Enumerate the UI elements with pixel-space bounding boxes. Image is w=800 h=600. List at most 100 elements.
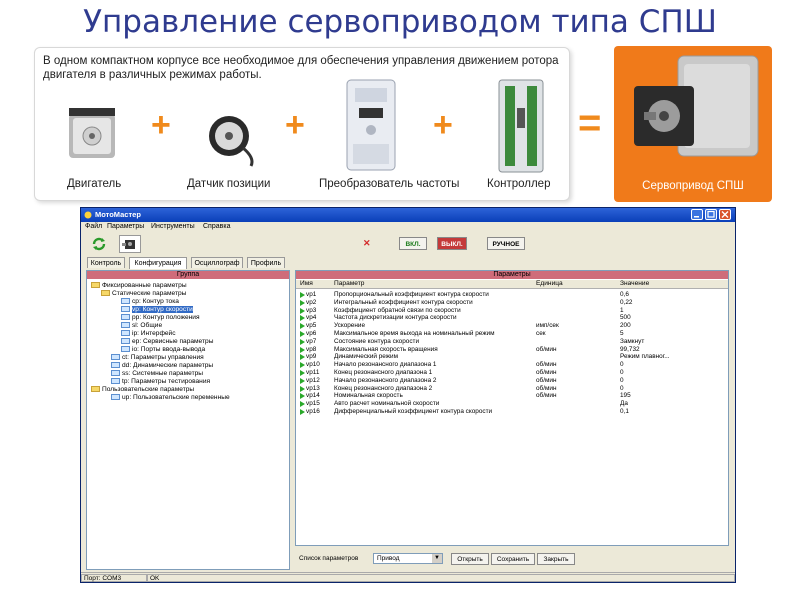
parameter-list-value: Привод (377, 555, 400, 562)
table-row[interactable]: vp8 Максимальная скорость вращения об/мин 9… (296, 346, 728, 354)
refresh-button[interactable] (91, 236, 107, 252)
col-name[interactable]: Имя (296, 280, 334, 289)
tree-node-ip[interactable]: ip: Интерфейс (121, 330, 176, 338)
tab-control[interactable]: Контроль (87, 257, 125, 268)
col-unit[interactable]: Единица (536, 280, 620, 289)
leaf-icon (121, 338, 130, 345)
tree-node-cp[interactable]: cp: Контур тока (121, 298, 179, 306)
tree-node-static[interactable]: Статические параметры (101, 290, 186, 298)
minimize-icon (694, 216, 699, 218)
menu-help[interactable]: Справка (203, 223, 230, 230)
window-title: МотоМастер (95, 210, 141, 219)
minimize-button[interactable] (691, 209, 703, 220)
controller-label: Контроллер (487, 178, 551, 190)
table-row[interactable]: vp16 Дифференциальный коэффициент контура… (296, 408, 728, 416)
green-arrow-icon (300, 331, 305, 337)
col-value[interactable]: Значение (620, 280, 728, 289)
menu-parameters[interactable]: Параметры (107, 223, 144, 230)
table-cell: 5 (620, 330, 624, 337)
table-row[interactable]: vp9 Динамический режим Режим плавног... (296, 353, 728, 361)
close-dialog-button[interactable]: Закрыть (537, 553, 575, 565)
table-row[interactable]: vp15 Авто расчет номинальной скорости Да (296, 400, 728, 408)
servo-drive-image (634, 55, 759, 157)
parameter-list-label: Список параметров (299, 555, 359, 562)
table-row[interactable]: vp12 Начало резонансного диапазона 2 об/ми… (296, 377, 728, 385)
tab-oscilloscope[interactable]: Осциллограф (191, 257, 243, 268)
table-cell: vp9 (306, 353, 317, 361)
tree-node-vp[interactable]: vp: Контур скорости (121, 306, 193, 314)
menu-tools[interactable]: Инструменты (151, 223, 195, 230)
table-row[interactable]: vp10 Начало резонансного диапазона 1 об/ми… (296, 361, 728, 369)
equals-sign: = (578, 101, 602, 145)
green-arrow-icon (300, 292, 305, 298)
green-arrow-icon (300, 315, 305, 322)
manual-button[interactable]: РУЧНОЕ (487, 237, 525, 250)
green-arrow-icon (300, 323, 305, 330)
app-window: МотоМастер Файл Параметры Инструменты Сп… (80, 207, 736, 583)
menu-file[interactable]: Файл (85, 223, 102, 230)
open-button[interactable]: Открыть (451, 553, 489, 565)
tree-node-sl[interactable]: sl: Общие (121, 322, 162, 330)
table-cell: vp12 (306, 376, 320, 384)
green-arrow-icon (300, 401, 305, 408)
table-row[interactable]: vp11 Конец резонансного диапазона 1 об/мин… (296, 369, 728, 377)
toolbar: ✕ ВКЛ. ВЫКЛ. РУЧНОЕ (81, 233, 735, 255)
save-button[interactable]: Сохранить (491, 553, 535, 565)
tree-node-up[interactable]: up: Пользовательские переменные (111, 394, 230, 402)
plus-sign-2: + (285, 106, 305, 144)
table-row[interactable]: vp7 Состояние контура скорости Замкнут (296, 338, 728, 346)
table-row[interactable]: vp2 Интегральный коэффициент контура скор… (296, 299, 728, 307)
tree-node-tp[interactable]: tp: Параметры тестирования (111, 378, 210, 386)
table-cell: Замкнут (620, 337, 645, 345)
parameter-list-select[interactable]: Привод ▼ (373, 553, 443, 564)
table-row[interactable]: vp1 Пропорциональный коэффициент контура … (296, 291, 728, 299)
table-cell: Конец резонансного диапазона 2 (334, 384, 433, 392)
maximize-button[interactable] (705, 209, 717, 220)
table-cell: Коэффициент обратной связи по скорости (334, 306, 461, 314)
table-row[interactable]: vp13 Конец резонансного диапазона 2 об/мин… (296, 385, 728, 393)
table-cell: Начало резонансного диапазона 1 (334, 361, 437, 369)
tree-node-io[interactable]: io: Порты ввода-вывода (121, 346, 205, 354)
table-cell: об/мин (536, 376, 557, 384)
green-arrow-icon (300, 346, 305, 353)
table-cell: Авто расчет номинальной скорости (334, 400, 440, 408)
on-button[interactable]: ВКЛ. (399, 237, 427, 250)
green-arrow-icon (300, 393, 305, 400)
table-row[interactable]: vp5 Ускорение имп/сек 200 (296, 322, 728, 330)
tree-node-user[interactable]: Пользовательские параметры (91, 386, 194, 394)
close-button[interactable] (719, 209, 731, 220)
table-cell: vp10 (306, 361, 320, 369)
slide-title: Управление сервоприводом типа СПШ (83, 4, 717, 40)
chevron-down-icon[interactable]: ▼ (432, 554, 442, 563)
table-cell: 0 (620, 384, 624, 392)
table-cell: Максимальная скорость вращения (334, 345, 438, 353)
leaf-icon (111, 362, 120, 369)
table-cell: Номинальная скорость (334, 392, 403, 400)
tab-profile[interactable]: Профиль (247, 257, 285, 268)
tree-node-ss[interactable]: ss: Системные параметры (111, 370, 203, 378)
cancel-mark[interactable]: ✕ (363, 238, 371, 249)
window-titlebar[interactable]: МотоМастер (81, 208, 735, 222)
table-row[interactable]: vp3 Коэффициент обратной связи по скорост… (296, 307, 728, 315)
tree-node-ep[interactable]: ep: Сервисные параметры (121, 338, 213, 346)
table-cell: vp3 (306, 306, 317, 314)
servo-drive-label: Сервопривод СПШ (642, 180, 744, 192)
table-cell: vp16 (306, 408, 320, 415)
motor-tool-button[interactable] (119, 235, 141, 253)
table-cell: vp13 (306, 384, 320, 392)
frequency-converter-label: Преобразователь частоты (319, 178, 460, 190)
table-row[interactable]: vp14 Номинальная скорость об/мин 195 (296, 392, 728, 400)
group-tree-panel: Группа Фиксированные параметры Статическ… (86, 270, 290, 570)
tree-node-pp[interactable]: pp: Контур положения (121, 314, 200, 322)
tree-node-fixed[interactable]: Фиксированные параметры (91, 282, 187, 290)
col-parameter[interactable]: Параметр (334, 280, 536, 289)
tree-node-ct[interactable]: ct: Параметры управления (111, 354, 204, 362)
off-button[interactable]: ВЫКЛ. (437, 237, 467, 250)
table-cell: Пропорциональный коэффициент контура ско… (334, 291, 489, 298)
tab-configuration[interactable]: Конфигурация (129, 257, 187, 269)
table-row[interactable]: vp6 Максимальное время выхода на номиналь… (296, 330, 728, 338)
tree-node-dd[interactable]: dd: Динамические параметры (111, 362, 213, 370)
green-arrow-icon (300, 307, 305, 314)
table-cell: имп/сек (536, 322, 559, 330)
table-row[interactable]: vp4 Частота дискретизации контура скорост… (296, 314, 728, 322)
